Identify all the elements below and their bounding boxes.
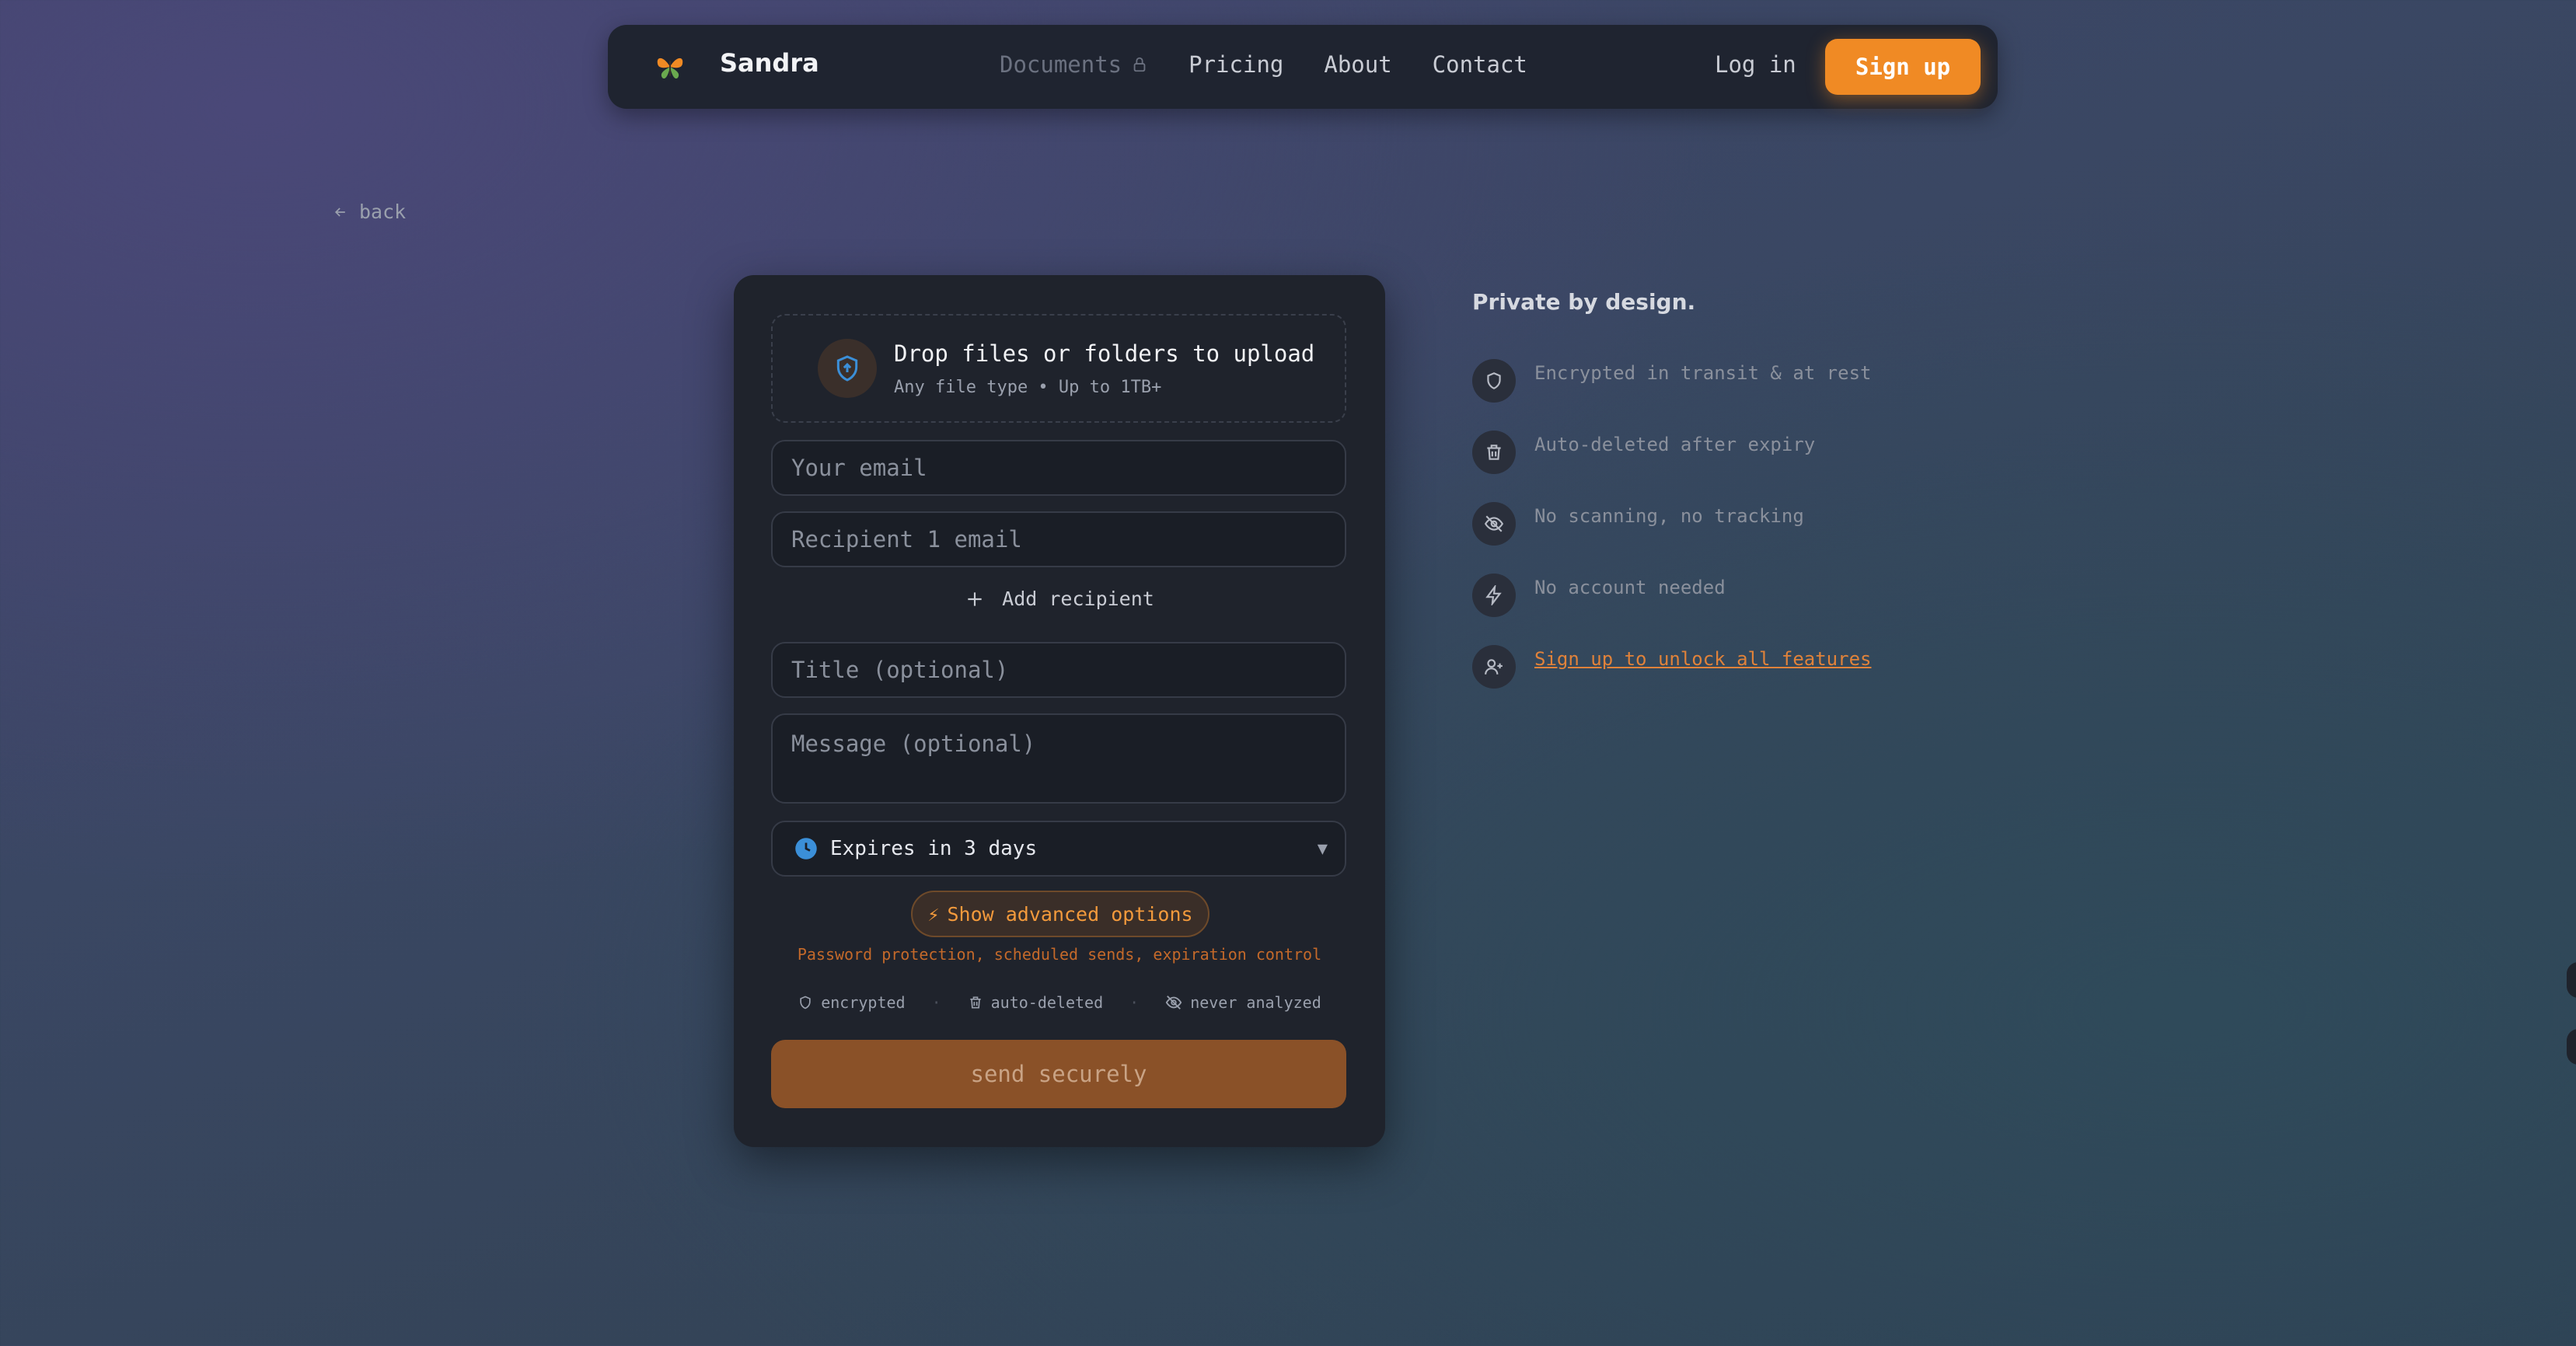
back-link[interactable]: back xyxy=(333,201,406,223)
file-dropzone[interactable]: Drop files or folders to upload Any file… xyxy=(771,314,1346,423)
add-recipient-button[interactable]: Add recipient xyxy=(734,588,1385,610)
dropzone-title: Drop files or folders to upload xyxy=(894,340,1315,367)
lightning-icon xyxy=(1472,574,1516,617)
badge-encrypted: encrypted xyxy=(798,993,906,1012)
edge-widget-handle[interactable] xyxy=(2567,1029,2576,1065)
feature-auto-deleted-text: Auto-deleted after expiry xyxy=(1534,434,1816,455)
edge-widget-handle[interactable] xyxy=(2567,962,2576,998)
feature-encrypted-text: Encrypted in transit & at rest xyxy=(1534,362,1872,384)
brand-name[interactable]: Sandra xyxy=(720,48,819,78)
login-link[interactable]: Log in xyxy=(1715,51,1796,78)
nav-link-pricing[interactable]: Pricing xyxy=(1189,51,1283,78)
badge-separator: · xyxy=(931,993,941,1012)
security-badges: encrypted · auto-deleted · never analyze… xyxy=(734,993,1385,1012)
nav-link-about[interactable]: About xyxy=(1324,51,1391,78)
add-recipient-label: Add recipient xyxy=(1002,588,1154,610)
badge-never-analyzed-label: never analyzed xyxy=(1190,993,1321,1012)
eye-off-icon xyxy=(1165,996,1182,1010)
signup-unlock-link[interactable]: Sign up to unlock all features xyxy=(1534,645,1871,670)
lightning-icon: ⚡ xyxy=(927,902,940,926)
top-navbar: Sandra Documents Pricing About Contact L… xyxy=(608,25,1998,109)
feature-signup: Sign up to unlock all features xyxy=(1472,645,1871,689)
nav-link-documents[interactable]: Documents xyxy=(1000,51,1148,78)
show-advanced-options-button[interactable]: ⚡ Show advanced options xyxy=(911,891,1209,937)
upload-card: Drop files or folders to upload Any file… xyxy=(734,275,1385,1147)
shield-icon xyxy=(1472,359,1516,403)
shield-icon xyxy=(800,996,811,1010)
expiry-value: Expires in 3 days xyxy=(830,837,1038,860)
nav-link-contact[interactable]: Contact xyxy=(1433,51,1527,78)
side-panel-title: Private by design. xyxy=(1472,289,1696,315)
back-label: back xyxy=(359,201,407,223)
badge-auto-deleted-label: auto-deleted xyxy=(990,993,1104,1012)
feature-no-account: No account needed xyxy=(1472,574,1726,617)
trash-icon xyxy=(969,996,981,1009)
user-plus-icon xyxy=(1472,645,1516,689)
signup-button[interactable]: Sign up xyxy=(1825,39,1981,95)
badge-separator: · xyxy=(1129,993,1140,1012)
badge-never-analyzed: never analyzed xyxy=(1165,993,1321,1012)
chevron-down-icon: ▼ xyxy=(1317,839,1328,859)
feature-auto-deleted: Auto-deleted after expiry xyxy=(1472,431,1815,474)
feature-no-account-text: No account needed xyxy=(1534,577,1726,598)
advanced-options-description: Password protection, scheduled sends, ex… xyxy=(797,945,1322,964)
plus-icon xyxy=(968,591,982,606)
butterfly-logo-icon[interactable] xyxy=(653,50,687,84)
lock-icon xyxy=(1133,57,1146,72)
trash-icon xyxy=(1472,431,1516,474)
badge-encrypted-label: encrypted xyxy=(821,993,906,1012)
feature-no-tracking-text: No scanning, no tracking xyxy=(1534,505,1804,527)
send-securely-button[interactable]: send securely xyxy=(771,1040,1346,1108)
recipient-email-input[interactable] xyxy=(771,511,1346,567)
arrow-left-icon xyxy=(334,207,345,217)
dropzone-subtitle: Any file type • Up to 1TB+ xyxy=(894,378,1162,397)
message-input[interactable] xyxy=(771,713,1346,804)
expiry-select[interactable]: Expires in 3 days ▼ xyxy=(771,821,1346,877)
feature-encrypted: Encrypted in transit & at rest xyxy=(1472,359,1871,403)
nav-links: Documents Pricing About Contact xyxy=(1000,51,1527,78)
feature-no-tracking: No scanning, no tracking xyxy=(1472,502,1804,546)
nav-link-documents-label: Documents xyxy=(1000,51,1122,78)
title-input[interactable] xyxy=(771,642,1346,698)
upload-shield-icon xyxy=(818,339,877,398)
advanced-options-label: Show advanced options xyxy=(947,902,1193,926)
your-email-input[interactable] xyxy=(771,440,1346,496)
eye-off-icon xyxy=(1472,502,1516,546)
clock-icon xyxy=(795,838,817,860)
badge-auto-deleted: auto-deleted xyxy=(968,993,1104,1012)
